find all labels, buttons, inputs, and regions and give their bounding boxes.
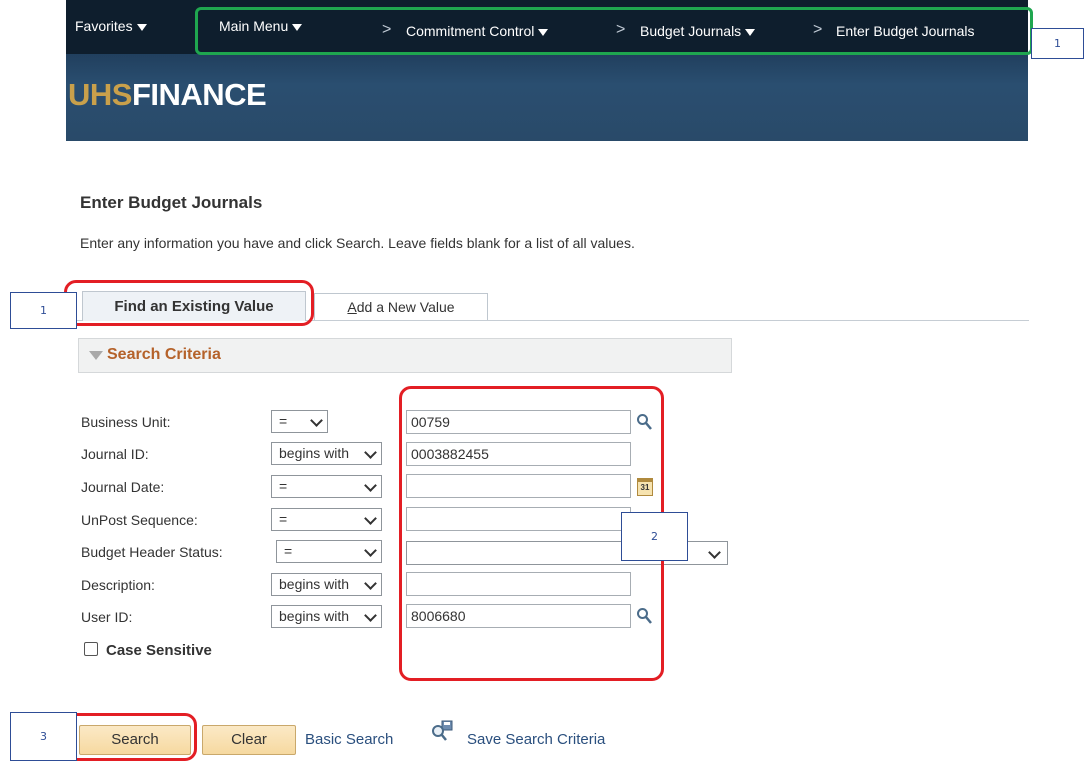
operator-select-unpost-sequence[interactable]: = <box>271 508 382 531</box>
search-criteria-header[interactable]: Search Criteria <box>78 338 732 373</box>
operator-select-journal-id[interactable]: begins with <box>271 442 382 465</box>
label-description: Description: <box>81 577 155 593</box>
page-title: Enter Budget Journals <box>80 193 263 212</box>
uhs-finance-logo: UHSFINANCE <box>68 77 267 113</box>
operator-select-budget-header-status[interactable]: = <box>276 540 382 563</box>
annotation-highlight-tab <box>64 280 314 326</box>
chevron-down-icon <box>364 544 377 557</box>
annotation-highlight-navigation <box>195 7 1033 55</box>
basic-search-link[interactable]: Basic Search <box>305 731 393 748</box>
label-unpost-sequence: UnPost Sequence: <box>81 512 198 528</box>
operator-value: = <box>279 478 288 494</box>
chevron-down-icon <box>364 479 377 492</box>
annotation-number-box: 1 <box>10 292 77 329</box>
operator-value: begins with <box>279 445 350 461</box>
save-search-icon[interactable] <box>430 720 454 742</box>
label-business-unit: Business Unit: <box>81 414 171 430</box>
chevron-down-icon <box>364 512 377 525</box>
operator-select-business-unit[interactable]: = <box>271 410 328 433</box>
label-journal-id: Journal ID: <box>81 446 149 462</box>
collapse-triangle-icon <box>89 351 103 360</box>
label-budget-header-status: Budget Header Status: <box>81 544 223 560</box>
logo-finance: FINANCE <box>131 77 267 112</box>
operator-value: begins with <box>279 608 350 624</box>
favorites-menu[interactable]: Favorites <box>75 18 147 34</box>
save-search-criteria-link[interactable]: Save Search Criteria <box>467 731 605 748</box>
label-journal-date: Journal Date: <box>81 479 165 495</box>
chevron-down-icon <box>364 577 377 590</box>
label-user-id: User ID: <box>81 609 133 625</box>
favorites-label: Favorites <box>75 18 133 34</box>
case-sensitive-label: Case Sensitive <box>106 642 212 659</box>
clear-button[interactable]: Clear <box>202 725 296 755</box>
case-sensitive-checkbox[interactable] <box>84 642 98 656</box>
annotation-number-box: 3 <box>10 712 77 761</box>
operator-value: = <box>279 511 288 527</box>
chevron-down-icon <box>708 546 721 559</box>
tab-add-new-value[interactable]: Add a New Value <box>314 293 488 320</box>
operator-value: begins with <box>279 576 350 592</box>
operator-select-user-id[interactable]: begins with <box>271 605 382 628</box>
operator-value: = <box>279 413 288 429</box>
search-criteria-title: Search Criteria <box>107 346 221 363</box>
tab-add-new-value-label: dd a New Value <box>356 299 455 315</box>
chevron-down-icon <box>364 609 377 622</box>
caret-down-icon <box>136 23 147 31</box>
operator-select-journal-date[interactable]: = <box>271 475 382 498</box>
annotation-number-box: 1 <box>1031 28 1084 59</box>
operator-value: = <box>284 543 293 559</box>
chevron-down-icon <box>364 446 377 459</box>
annotation-number-box: 2 <box>621 512 688 561</box>
annotation-highlight-search <box>64 713 197 761</box>
page-instructions: Enter any information you have and click… <box>80 235 635 251</box>
chevron-down-icon <box>310 414 323 427</box>
operator-select-description[interactable]: begins with <box>271 573 382 596</box>
tab-add-new-value-accesskey: A <box>347 299 357 315</box>
logo-uhs: UHS <box>68 77 132 112</box>
